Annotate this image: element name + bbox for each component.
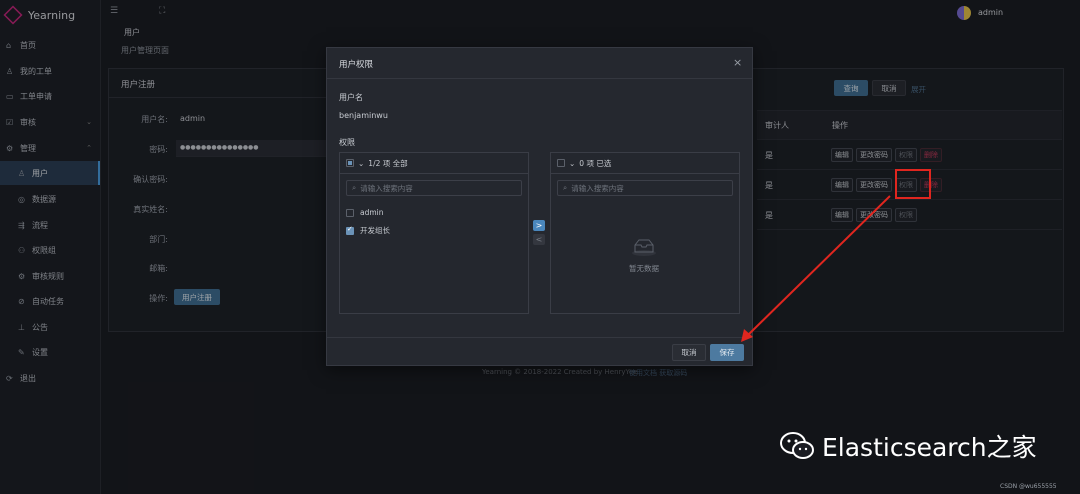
annotation-arrow: [741, 195, 891, 342]
watermark-text: Elasticsearch之家: [822, 433, 1037, 462]
watermark: Elasticsearch之家: [780, 428, 1037, 464]
csdn-credit: CSDN @wu655555: [1000, 483, 1057, 490]
wechat-icon: [780, 432, 814, 459]
